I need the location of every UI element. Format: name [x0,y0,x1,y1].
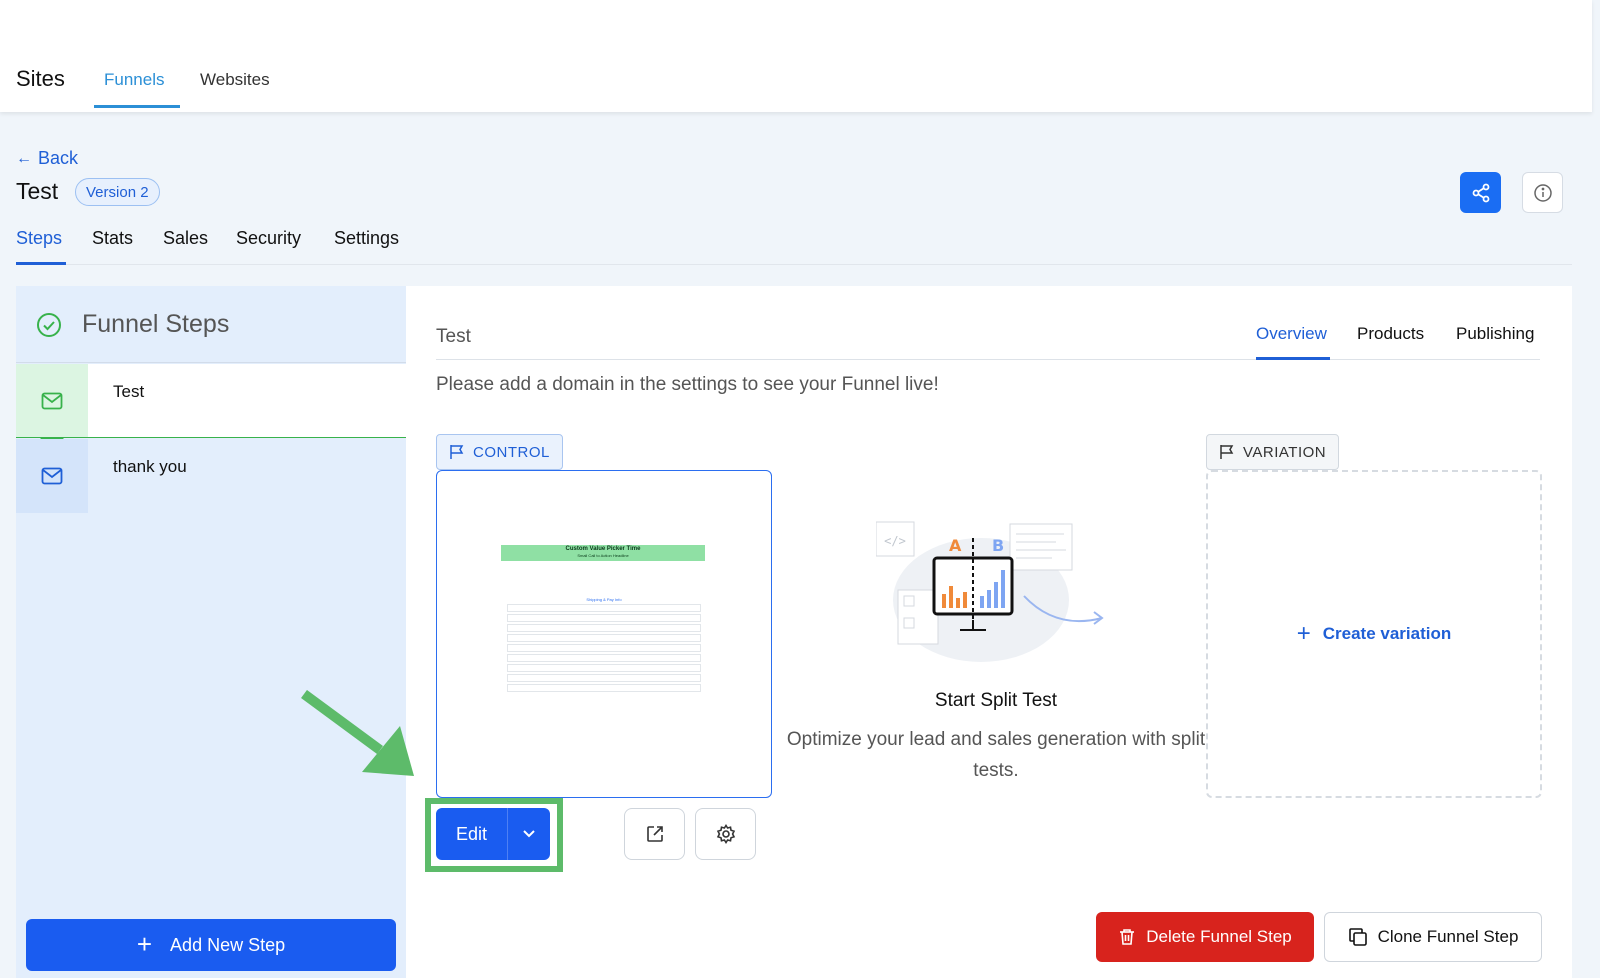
share-button[interactable] [1460,172,1501,213]
info-button[interactable] [1522,172,1563,213]
thumbnail-heading: Custom Value Picker Time [565,546,641,552]
split-test-illustration: </> A B [876,521,1104,662]
domain-notice: Please add a domain in the settings to s… [436,374,939,395]
trash-icon [1120,929,1135,945]
split-test-title: Start Split Test [934,690,1058,711]
step-title: Test [436,326,471,347]
thumbnail-header: Custom Value Picker Time Small Call to A… [501,545,705,561]
chevron-down-icon [523,830,535,838]
funnel-steps-header: Funnel Steps [16,286,406,363]
control-tag: CONTROL [436,434,563,470]
edit-button-group: Edit [436,808,550,860]
variation-label: VARIATION [1243,443,1327,461]
control-preview[interactable]: Custom Value Picker Time Small Call to A… [436,470,772,798]
step-item-test[interactable]: Test [16,364,406,449]
page-thumbnail: Custom Value Picker Time Small Call to A… [501,545,707,725]
back-label: Back [38,148,79,168]
svg-text:</>: </> [884,534,906,548]
delete-funnel-step-button[interactable]: Delete Funnel Step [1096,912,1314,962]
annotation-arrow-icon [301,690,414,776]
step-label: Test [113,382,145,401]
mail-icon [41,467,63,485]
edit-dropdown-toggle[interactable] [508,808,550,860]
top-header: Sites Funnels Websites [0,0,1592,112]
tabs-divider [16,264,1572,265]
variation-tag: VARIATION [1206,434,1340,470]
delete-label: Delete Funnel Step [1146,927,1292,946]
step-settings-button[interactable] [695,808,756,860]
mail-icon [41,392,63,409]
gear-icon [716,824,735,844]
tab-overview[interactable]: Overview [1256,324,1327,344]
funnel-steps-panel: Funnel Steps Test thank you + Add New St… [16,286,406,978]
funnel-steps-title: Funnel Steps [82,310,230,338]
copy-icon [1348,928,1367,946]
step-icon-cell [16,364,88,437]
flag-icon [450,445,464,459]
tab-websites[interactable]: Websites [200,70,270,90]
add-new-step-label: Add New Step [170,934,286,955]
tab-funnels[interactable]: Funnels [104,70,164,90]
thumbnail-form-title: Shipping & Pay Info [586,597,622,602]
tab-sales[interactable]: Sales [163,228,208,249]
plus-icon: + [1296,620,1311,647]
thumbnail-subheading: Small Call to Action Headline [577,553,629,558]
tab-stats[interactable]: Stats [92,228,133,249]
external-link-icon [646,826,663,842]
label-a: A [949,536,962,555]
flag-icon [1220,445,1234,459]
step-item-thank-you[interactable]: thank you [16,439,406,513]
label-b: B [992,536,1004,555]
check-circle-icon [37,313,61,337]
step-icon-cell [16,439,88,513]
active-overview-tab-indicator [1256,357,1330,360]
plus-icon: + [136,928,153,959]
version-badge: Version 2 [75,178,160,206]
app-title: Sites [16,66,65,91]
create-variation-button[interactable]: + Create variation [1297,622,1452,646]
control-label: CONTROL [473,443,550,461]
share-icon [1472,183,1489,202]
open-external-button[interactable] [624,808,685,860]
tab-steps[interactable]: Steps [16,228,62,249]
tab-security[interactable]: Security [236,228,301,249]
edit-button[interactable]: Edit [436,808,508,860]
arrow-left-icon: ← [16,149,32,167]
step-label: thank you [113,457,187,476]
page-title: Test [16,178,59,204]
step-detail-panel: Test Overview Products Publishing Please… [406,286,1572,978]
tab-settings[interactable]: Settings [334,228,399,249]
create-variation-label: Create variation [1322,624,1452,643]
tab-publishing[interactable]: Publishing [1456,324,1534,344]
add-new-step-button[interactable]: + Add New Step [26,919,396,971]
active-subtab-indicator [16,262,66,265]
active-tab-indicator [94,105,180,108]
variation-placeholder: + Create variation [1206,470,1542,798]
info-icon [1533,183,1552,202]
clone-label: Clone Funnel Step [1377,927,1519,946]
clone-funnel-step-button[interactable]: Clone Funnel Step [1324,912,1542,962]
tab-products[interactable]: Products [1357,324,1424,344]
split-test-description: Optimize your lead and sales generation … [786,729,1206,781]
overview-tabs-divider [436,359,1540,360]
back-link[interactable]: ← Back [16,148,78,169]
